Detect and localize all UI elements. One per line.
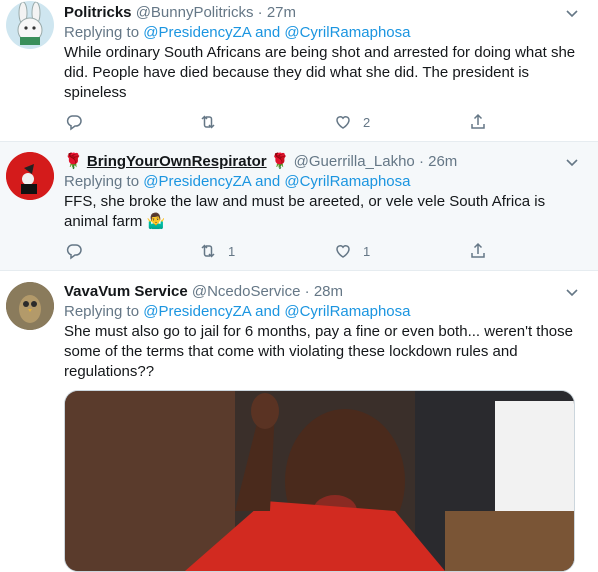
and-label: and — [255, 24, 281, 41]
rose-emoji: 🌹 — [64, 153, 83, 170]
separator-dot: · — [304, 283, 310, 300]
mention-link[interactable]: @CyrilRamaphosa — [284, 303, 410, 320]
like-button[interactable]: 2 — [333, 111, 370, 133]
retweet-icon — [201, 244, 215, 258]
avatar[interactable] — [6, 1, 54, 49]
like-icon — [336, 245, 350, 258]
tweet-text-body: FFS, she broke the law and must be areet… — [64, 193, 546, 230]
timestamp[interactable]: 28m — [314, 283, 343, 300]
chevron-down-icon[interactable] — [564, 284, 580, 300]
tweet-2[interactable]: 🌹 BringYourOwnRespirator 🌹 @Guerrilla_La… — [0, 142, 598, 270]
mention-link[interactable]: @CyrilRamaphosa — [284, 173, 410, 190]
tweet-media-image[interactable] — [64, 390, 575, 572]
rose-emoji: 🌹 — [270, 153, 290, 170]
photo-speaker-pointing — [65, 391, 574, 571]
retweet-button[interactable] — [198, 111, 228, 133]
display-name[interactable]: Politricks — [64, 4, 132, 21]
tweet-actions: 1 1 — [64, 240, 504, 264]
tweet-header: Politricks @BunnyPolitricks · 27m — [64, 3, 296, 23]
timestamp[interactable]: 27m — [267, 4, 296, 21]
like-button[interactable]: 1 — [333, 240, 370, 262]
like-count: 2 — [363, 114, 371, 130]
retweet-count: 1 — [228, 243, 236, 259]
share-button[interactable] — [468, 111, 488, 133]
and-label: and — [255, 303, 281, 320]
tweet-actions: 2 — [64, 111, 504, 135]
retweet-icon — [201, 115, 215, 129]
replying-to: Replying to @PresidencyZA and @CyrilRama… — [64, 172, 410, 192]
share-button[interactable] — [468, 240, 488, 262]
tweet-3[interactable]: VavaVum Service @NcedoService · 28m Repl… — [0, 271, 598, 572]
separator-dot: · — [257, 4, 263, 21]
handle[interactable]: @Guerrilla_Lakho — [294, 153, 415, 170]
handle[interactable]: @NcedoService — [192, 283, 301, 300]
tweet-text: She must also go to jail for 6 months, p… — [64, 323, 573, 380]
replying-to: Replying to @PresidencyZA and @CyrilRama… — [64, 23, 410, 43]
tweet-header: 🌹 BringYourOwnRespirator 🌹 @Guerrilla_La… — [64, 152, 457, 172]
avatar[interactable] — [6, 282, 54, 330]
tweet-text: While ordinary South Africans are being … — [64, 44, 576, 101]
shrug-emoji: 🤷‍♂️ — [146, 213, 166, 230]
reply-button[interactable] — [64, 111, 94, 133]
separator-dot: · — [418, 153, 424, 170]
mention-link[interactable]: @PresidencyZA — [143, 303, 251, 320]
tweet-header: VavaVum Service @NcedoService · 28m — [64, 282, 343, 302]
avatar[interactable] — [6, 152, 54, 200]
replying-to-label: Replying to — [64, 173, 140, 190]
timestamp[interactable]: 26m — [428, 153, 457, 170]
chevron-down-icon[interactable] — [564, 5, 580, 21]
mention-link[interactable]: @PresidencyZA — [143, 173, 251, 190]
reply-icon — [66, 244, 82, 260]
tweet-text: FFS, she broke the law and must be areet… — [64, 192, 584, 232]
share-icon — [471, 113, 485, 129]
replying-to-label: Replying to — [64, 303, 140, 320]
handle[interactable]: @BunnyPolitricks — [136, 4, 254, 21]
like-icon — [336, 116, 350, 129]
reply-button[interactable] — [64, 240, 94, 262]
mention-link[interactable]: @PresidencyZA — [143, 24, 251, 41]
retweet-button[interactable]: 1 — [198, 240, 235, 262]
like-count: 1 — [363, 243, 371, 259]
share-icon — [471, 242, 485, 258]
reply-icon — [66, 115, 82, 131]
mention-link[interactable]: @CyrilRamaphosa — [284, 24, 410, 41]
and-label: and — [255, 173, 281, 190]
replying-to-label: Replying to — [64, 24, 140, 41]
tweet-1[interactable]: Politricks @BunnyPolitricks · 27m Replyi… — [0, 0, 598, 141]
replying-to: Replying to @PresidencyZA and @CyrilRama… — [64, 302, 410, 322]
display-name[interactable]: VavaVum Service — [64, 283, 188, 300]
display-name[interactable]: BringYourOwnRespirator — [87, 153, 267, 170]
chevron-down-icon[interactable] — [564, 154, 580, 170]
